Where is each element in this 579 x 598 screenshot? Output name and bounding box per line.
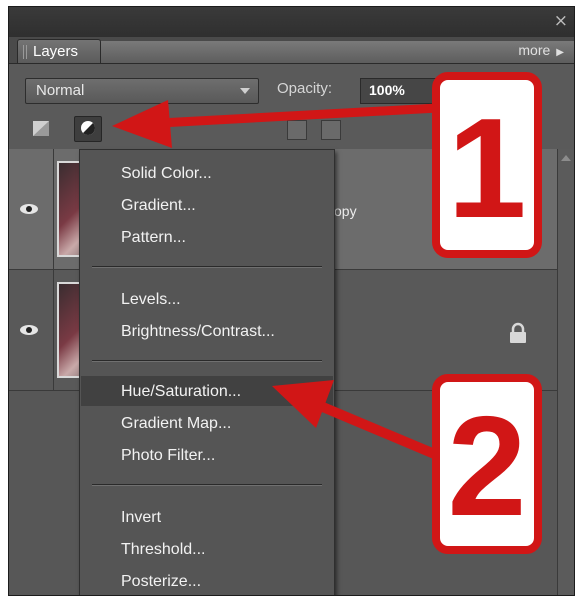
arrow-2 bbox=[272, 380, 446, 463]
callout-2-label: 2 bbox=[447, 387, 527, 546]
callout-1: 1 bbox=[432, 72, 542, 258]
callout-2: 2 bbox=[432, 374, 542, 554]
callout-1-label: 1 bbox=[447, 89, 527, 248]
arrow-1 bbox=[112, 100, 439, 148]
